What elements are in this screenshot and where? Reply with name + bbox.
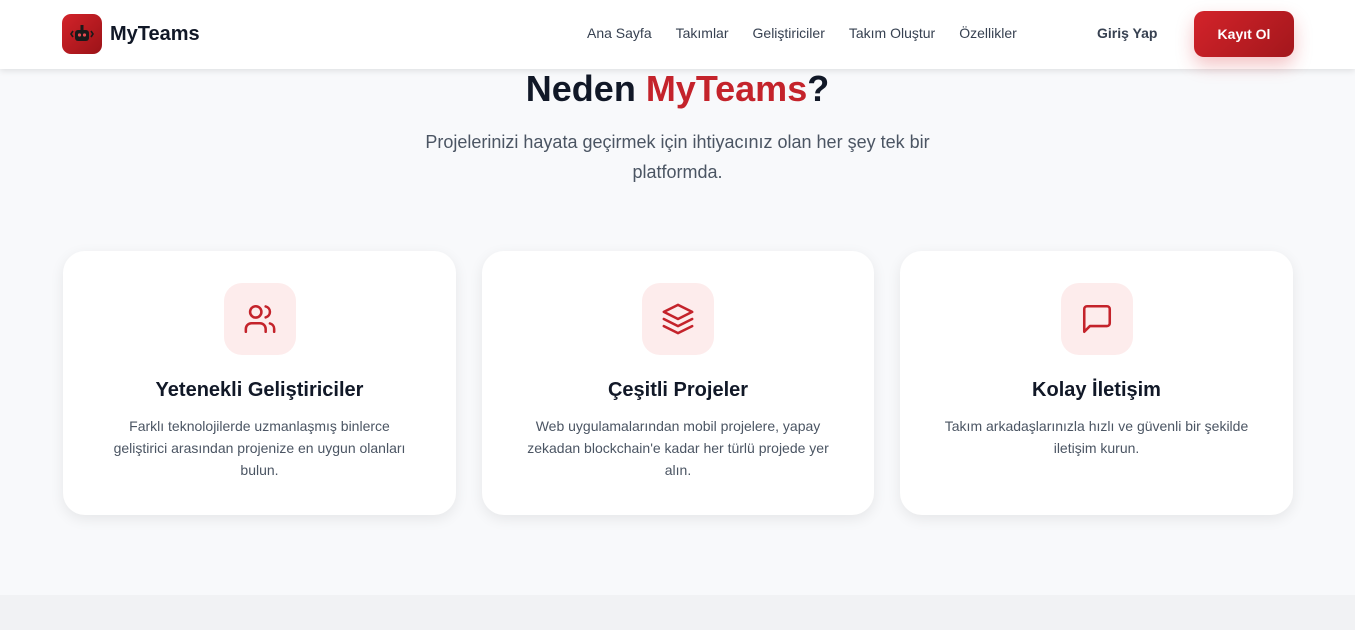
section-subtitle: Projelerinizi hayata geçirmek için ihtiy… xyxy=(425,132,930,182)
users-icon xyxy=(223,283,296,355)
next-section-band xyxy=(0,595,1355,630)
nav-link-features[interactable]: Özellikler xyxy=(959,25,1017,41)
nav-link-create-team[interactable]: Takım Oluştur xyxy=(849,25,935,41)
feature-title: Yetenekli Geliştiriciler xyxy=(155,379,364,401)
nav-link-developers[interactable]: Geliştiriciler xyxy=(753,25,825,41)
nav-link-home[interactable]: Ana Sayfa xyxy=(587,25,652,41)
section-title-suffix: ? xyxy=(807,68,830,109)
feature-description: Farklı teknolojilerde uzmanlaşmış binler… xyxy=(113,418,406,478)
section-title-accent: MyTeams xyxy=(645,68,808,109)
feature-title: Çeşitli Projeler xyxy=(607,379,749,401)
feature-description: Takım arkadaşlarınızla hızlı ve güvenli … xyxy=(944,418,1249,456)
main-nav: Ana Sayfa Takımlar Geliştiriciler Takım … xyxy=(587,25,1017,41)
signup-button[interactable]: Kayıt Ol xyxy=(1194,11,1294,57)
feature-card-communication: Kolay İletişim Takım arkadaşlarınızla hı… xyxy=(900,251,1293,515)
message-icon xyxy=(1060,283,1133,355)
section-title: Neden MyTeams? xyxy=(0,68,1355,110)
feature-card-projects: Çeşitli Projeler Web uygulamalarından mo… xyxy=(482,251,874,515)
brand-name: MyTeams xyxy=(110,22,200,45)
feature-card-developers: Yetenekli Geliştiriciler Farklı teknoloj… xyxy=(63,251,456,515)
layers-icon xyxy=(642,283,714,355)
section-title-prefix: Neden xyxy=(525,68,646,109)
login-link[interactable]: Giriş Yap xyxy=(1097,25,1157,41)
robot-icon xyxy=(62,14,102,54)
nav-link-teams[interactable]: Takımlar xyxy=(676,25,729,41)
feature-title: Kolay İletişim xyxy=(1032,379,1161,401)
brand-link[interactable]: MyTeams xyxy=(62,14,200,54)
navbar: MyTeams Ana Sayfa Takımlar Geliştiricile… xyxy=(0,0,1355,69)
feature-description: Web uygulamalarından mobil projelere, ya… xyxy=(527,418,829,478)
